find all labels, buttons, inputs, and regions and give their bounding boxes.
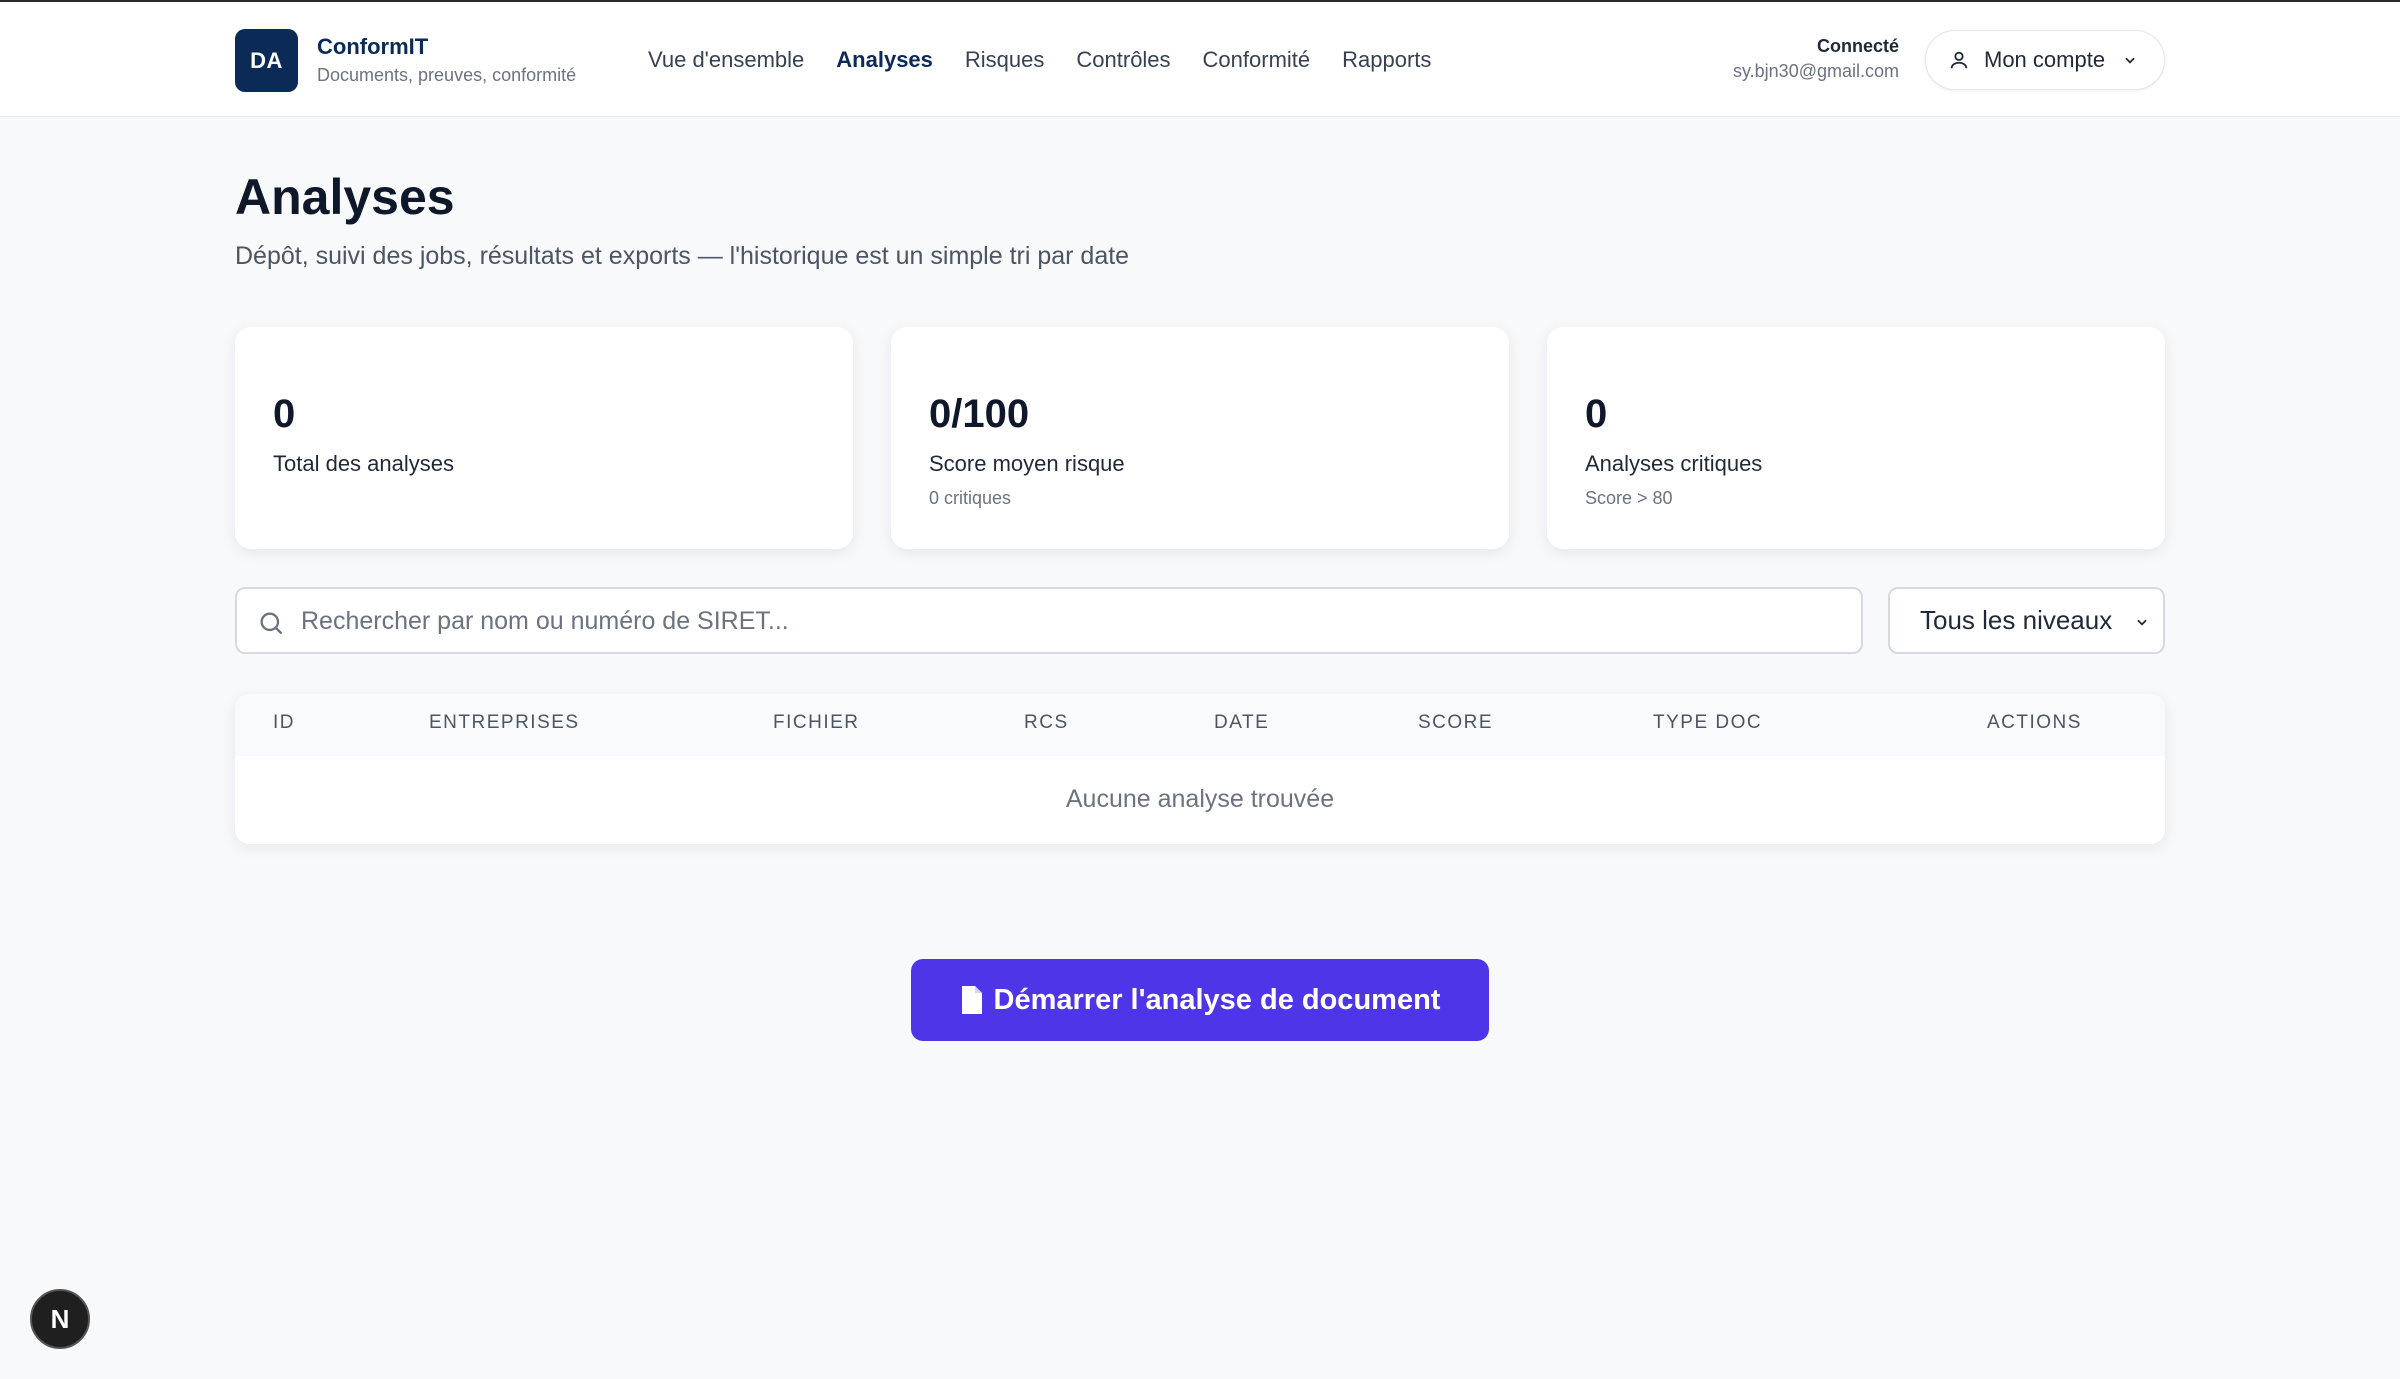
column-header-fichier[interactable]: FICHIER [773,712,860,734]
logo-initials[interactable]: DA [235,29,298,92]
stat-value: 0/100 [929,392,1030,436]
stat-label: Analyses critiques [1585,451,1763,476]
page-title: Analyses [235,169,455,225]
table-header: ID ENTREPRISES FICHIER RCS DATE SCORE TY… [235,694,2165,756]
nav-item-analyses[interactable]: Analyses [836,47,933,73]
stat-note: 0 critiques [929,488,1012,508]
level-filter-select[interactable]: Tous les niveaux [1888,587,2165,654]
user-status-label: Connecté [1816,36,1899,56]
brand-name[interactable]: ConformIT [317,34,428,60]
column-header-actions: ACTIONS [1987,712,2082,733]
top-navigation-bar: DA ConformIT Documents, preuves, conform… [0,0,2400,117]
account-button[interactable]: Mon compte [1925,30,2165,90]
stat-note: Score > 80 [1585,488,1673,508]
stat-card-score: 0/100 Score moyen risque 0 critiques [891,327,1509,549]
column-header-type-doc[interactable]: TYPE DOC [1653,712,1762,734]
user-email: sy.bjn30@gmail.com [1733,61,1899,81]
stat-value: 0 [1585,392,1608,436]
start-analysis-button[interactable]: Démarrer l'analyse de document [911,959,1489,1041]
column-header-rcs[interactable]: RCS [1024,712,1069,734]
stat-card-total: 0 Total des analyses [235,327,853,549]
dev-tools-badge[interactable]: N [30,1289,90,1349]
nav-item-controles[interactable]: Contrôles [1076,47,1170,73]
column-header-entreprises[interactable]: ENTREPRISES [429,712,580,734]
user-status: Connecté sy.bjn30@gmail.com [1733,36,1899,82]
stat-value: 0 [273,392,296,436]
column-header-score[interactable]: SCORE [1418,712,1493,734]
empty-table-message: Aucune analyse trouvée [1065,785,1335,813]
user-icon [1950,51,1968,69]
search-icon [260,612,283,635]
chevron-down-icon [2125,57,2135,64]
nav-item-rapports[interactable]: Rapports [1342,47,1431,73]
nav-item-vue-ensemble[interactable]: Vue d'ensemble [648,47,804,73]
page-subtitle: Dépôt, suivi des jobs, résultats et expo… [235,242,1130,270]
nav-item-risques[interactable]: Risques [965,47,1044,73]
main-nav: Vue d'ensemble Analyses Risques Contrôle… [648,47,1463,73]
stat-card-critical: 0 Analyses critiques Score > 80 [1547,327,2165,549]
nav-item-conformite[interactable]: Conformité [1203,47,1311,73]
chevron-down-icon [2137,619,2147,626]
stat-label: Total des analyses [273,451,454,476]
level-filter-value: Tous les niveaux [1920,605,2113,635]
stat-label: Score moyen risque [929,451,1125,476]
search-input[interactable] [301,599,1841,643]
brand-subtitle: Documents, preuves, conformité [317,65,577,85]
document-icon [961,986,982,1014]
account-button-label: Mon compte [1984,47,2106,72]
search-box [235,587,1863,654]
start-analysis-label: Démarrer l'analyse de document [993,983,1441,1016]
column-header-date[interactable]: DATE [1214,712,1269,734]
column-header-id[interactable]: ID [273,712,295,734]
analyses-table: ID ENTREPRISES FICHIER RCS DATE SCORE TY… [235,694,2165,844]
